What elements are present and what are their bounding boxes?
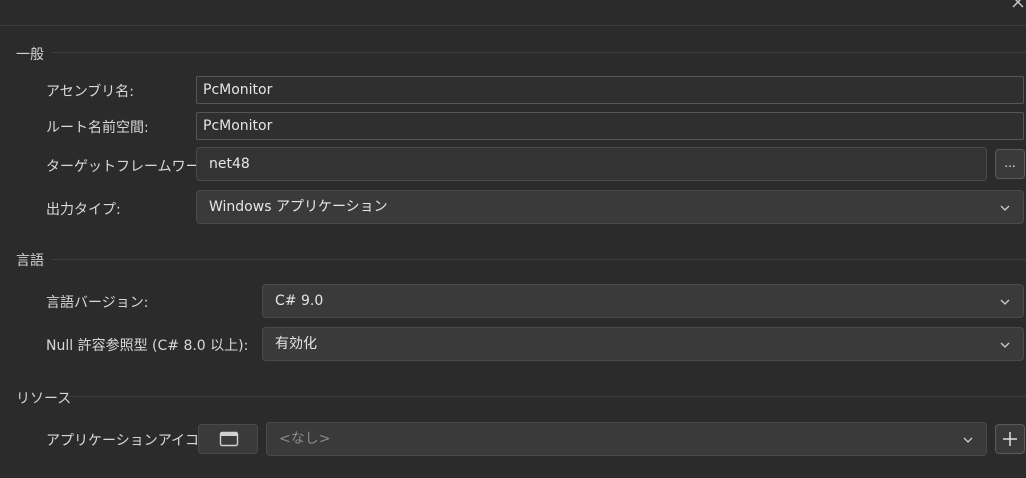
project-properties-panel: 一般 アセンブリ名: PcMonitor ルート名前空間: PcMonitor … — [0, 0, 1026, 478]
nullable-label: Null 許容参照型 (C# 8.0 以上): — [46, 338, 249, 354]
nullable-dropdown[interactable]: 有効化 — [262, 327, 1024, 361]
plus-icon — [1003, 432, 1017, 446]
add-icon-button[interactable]: + — [995, 424, 1025, 454]
language-version-dropdown[interactable]: C# 9.0 — [262, 284, 1024, 318]
language-version-value: C# 9.0 — [275, 293, 324, 309]
chevron-down-icon — [1000, 299, 1010, 305]
chevron-down-icon — [1000, 342, 1010, 348]
section-divider — [68, 396, 1026, 397]
target-framework-field[interactable]: net48 — [196, 147, 987, 181]
section-title-language: 言語 — [16, 253, 44, 269]
output-type-value: Windows アプリケーション — [209, 199, 388, 215]
top-bar — [0, 0, 1026, 26]
assembly-name-label: アセンブリ名: — [46, 84, 135, 100]
section-divider — [52, 259, 1026, 260]
section-title-resources: リソース — [16, 391, 72, 407]
output-type-dropdown[interactable]: Windows アプリケーション — [196, 190, 1024, 224]
section-divider — [52, 52, 1026, 53]
app-icon-dropdown[interactable]: <なし> — [266, 422, 987, 456]
language-version-label: 言語バージョン: — [46, 295, 149, 311]
close-icon[interactable] — [1010, 0, 1026, 10]
app-icon-preview-button[interactable] — [198, 424, 258, 454]
nullable-value: 有効化 — [275, 336, 317, 352]
root-namespace-label: ルート名前空間: — [46, 120, 149, 136]
root-namespace-input[interactable]: PcMonitor — [196, 112, 1024, 140]
window-icon — [219, 431, 239, 447]
chevron-down-icon — [1000, 205, 1010, 211]
assembly-name-input[interactable]: PcMonitor — [196, 76, 1024, 104]
output-type-label: 出力タイプ: — [46, 202, 121, 218]
app-icon-label: アプリケーションアイコン: — [46, 433, 218, 449]
app-icon-value: <なし> — [279, 431, 331, 447]
chevron-down-icon — [963, 437, 973, 443]
target-framework-label: ターゲットフレームワーク: — [46, 159, 219, 175]
target-framework-browse-button[interactable]: ... — [995, 149, 1025, 179]
section-title-general: 一般 — [16, 47, 44, 63]
